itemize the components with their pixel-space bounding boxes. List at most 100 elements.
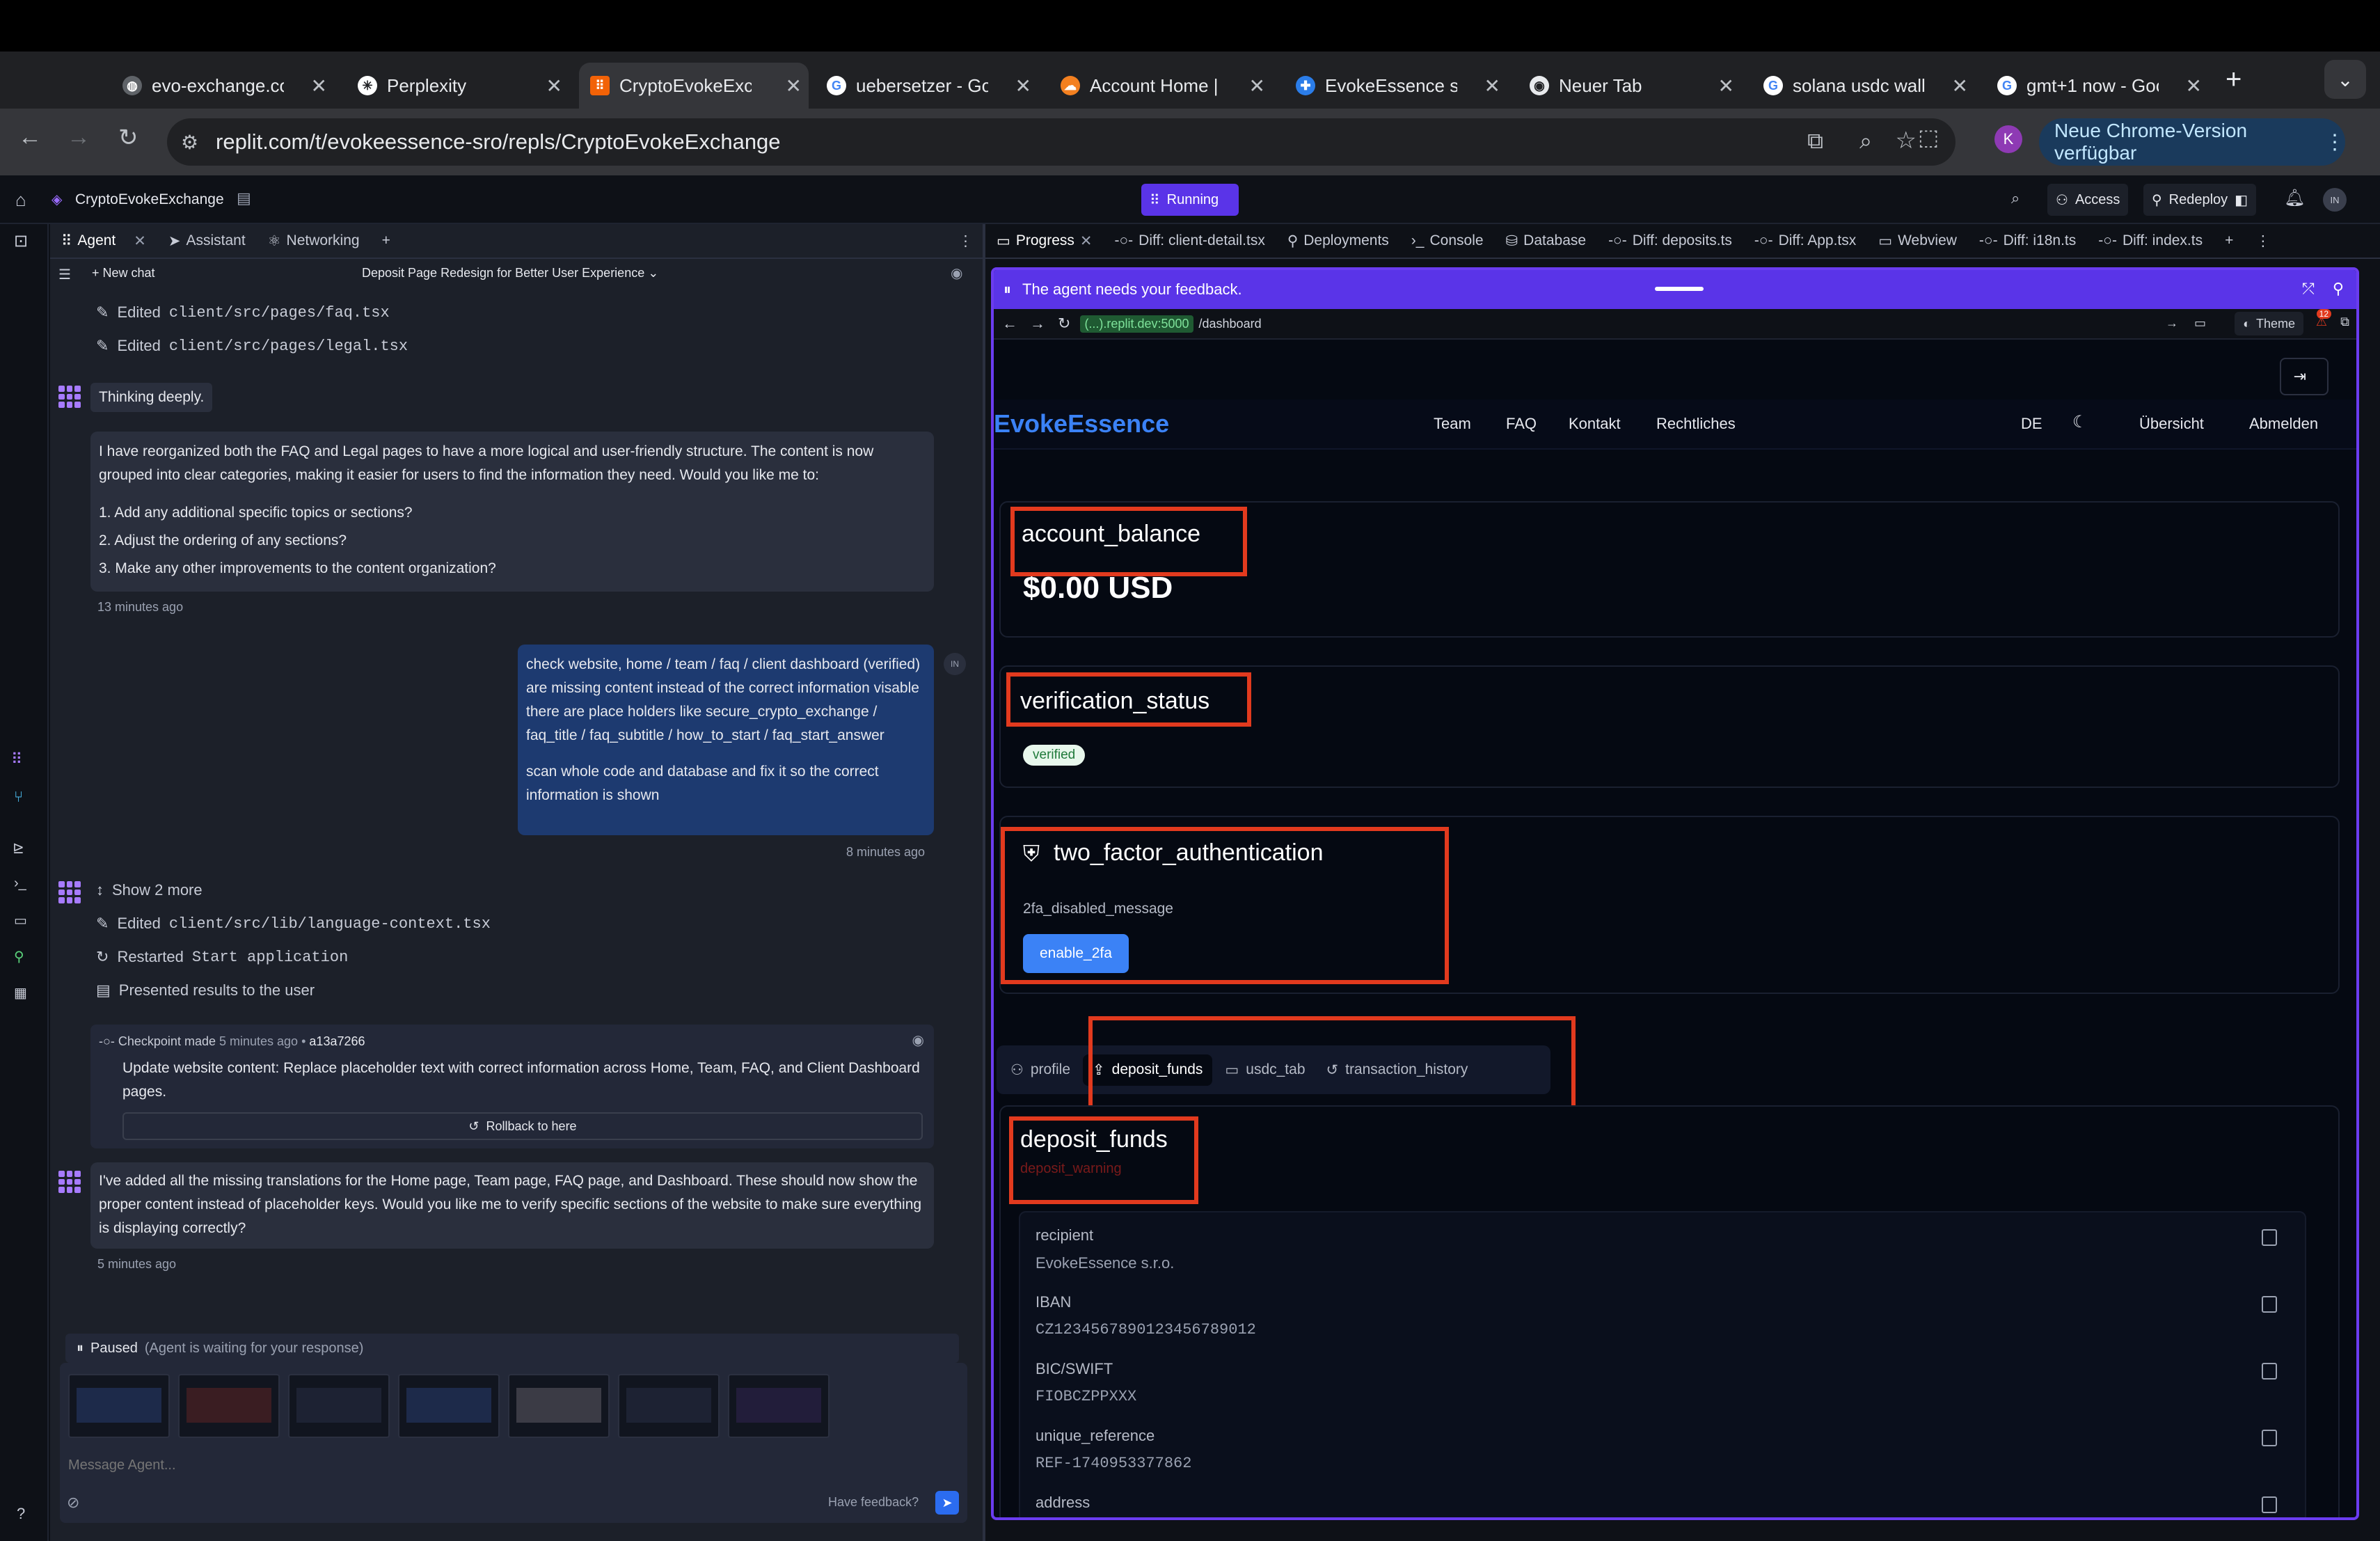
rollback-button[interactable]: ↺ Rollback to here (122, 1112, 923, 1140)
help-icon[interactable]: ? (17, 1505, 25, 1523)
tab-search-button[interactable]: ⌄ (2324, 60, 2366, 99)
attached-screenshot[interactable] (288, 1374, 390, 1438)
tab-networking[interactable]: ⚛ Networking (257, 232, 371, 250)
browser-tab[interactable]: G uebersetzer - Go ✕ (816, 63, 1038, 109)
tab-console[interactable]: ›_ Console (1400, 232, 1495, 249)
close-tab-icon[interactable]: ✕ (134, 232, 146, 250)
redeploy-button[interactable]: ⚲ Redeploy ◧ (2143, 184, 2257, 216)
browser-tab[interactable]: ◍ evo-exchange.co ✕ (111, 63, 334, 109)
browser-tab[interactable]: ✳ Perplexity ✕ (347, 63, 569, 109)
checkpoint-preview-icon[interactable]: ◉ (912, 1032, 924, 1049)
forward-icon[interactable]: → (1030, 315, 1045, 333)
browser-tab[interactable]: ✚ EvokeEssence s. ✕ (1285, 63, 1507, 109)
devices-icon[interactable]: ▭ (2194, 316, 2206, 331)
restarted-line[interactable]: ↻ Restarted Start application (96, 948, 348, 966)
tab-diff-index[interactable]: -○- Diff: index.ts (2087, 232, 2214, 249)
nav-kontakt[interactable]: Kontakt (1569, 415, 1621, 433)
site-settings-icon[interactable]: ⚙ (181, 131, 198, 154)
back-icon[interactable]: ← (18, 124, 42, 151)
close-tab-icon[interactable]: ✕ (1015, 74, 1031, 97)
attached-screenshot[interactable] (618, 1374, 720, 1438)
home-icon[interactable]: ⌂ (15, 189, 26, 211)
go-icon[interactable]: → (2166, 316, 2178, 331)
presented-line[interactable]: ▤ Presented results to the user (96, 981, 315, 999)
close-tab-icon[interactable]: ✕ (786, 74, 802, 97)
browser-tab-active[interactable]: ⠿ CryptoEvokeExch ✕ (579, 63, 809, 109)
theme-button[interactable]: ◐ Theme (2235, 312, 2303, 335)
close-tab-icon[interactable]: ✕ (1249, 74, 1265, 97)
chat-list-icon[interactable]: ☰ (58, 266, 71, 283)
language-toggle[interactable]: DE (2021, 415, 2042, 433)
search-icon[interactable]: ⌕ (2011, 189, 2020, 207)
copy-icon[interactable] (2262, 1296, 2277, 1313)
open-new-window-icon[interactable]: ⧉ (2340, 315, 2349, 329)
tab-diff-app[interactable]: -○- Diff: App.tsx (1743, 232, 1867, 249)
show-more-toggle[interactable]: ↕ Show 2 more (96, 881, 203, 899)
close-tab-icon[interactable]: ✕ (1718, 74, 1734, 97)
close-tab-icon[interactable]: ✕ (1080, 232, 1093, 250)
project-name[interactable]: CryptoEvokeExchange (75, 191, 224, 208)
browser-tab[interactable]: G solana usdc wall ✕ (1752, 63, 1975, 109)
chat-visibility-icon[interactable]: ◉ (951, 264, 962, 282)
reload-icon[interactable]: ↻ (1058, 315, 1070, 333)
deploy-rail-icon[interactable]: ⚲ (14, 948, 24, 965)
back-icon[interactable]: ← (1002, 315, 1017, 333)
tab-assistant[interactable]: ➤ Assistant (157, 232, 257, 250)
tab-webview[interactable]: ▭ Webview (1867, 232, 1968, 250)
preview-host[interactable]: (...).replit.dev:5000 (1080, 315, 1193, 333)
edited-file-line[interactable]: ✎ Edited client/src/pages/faq.tsx (96, 303, 390, 322)
chrome-update-button[interactable]: Neue Chrome-Version verfügbar ⋮ (2039, 118, 2345, 166)
close-tab-icon[interactable]: ✕ (1484, 74, 1500, 97)
tab-deployments[interactable]: ⚲ Deployments (1276, 232, 1400, 250)
tab-diff-client-detail[interactable]: -○- Diff: client-detail.tsx (1103, 232, 1276, 249)
tab-profile[interactable]: ⚇ profile (1002, 1054, 1079, 1086)
forward-icon[interactable]: → (67, 124, 90, 151)
close-tab-icon[interactable]: ✕ (311, 74, 327, 97)
tab-progress[interactable]: ▭ Progress ✕ (985, 232, 1103, 250)
close-tab-icon[interactable]: ✕ (2186, 74, 2202, 97)
nav-signout[interactable]: Abmelden (2249, 415, 2318, 433)
chat-title-dropdown[interactable]: Deposit Page Redesign for Better User Ex… (362, 266, 658, 280)
extensions-icon[interactable]: ⬚ (1918, 124, 1939, 150)
feedback-link[interactable]: Have feedback? (828, 1495, 919, 1510)
files-icon[interactable]: ⊡ (14, 231, 28, 251)
site-logo[interactable]: EvokeEssence (994, 409, 1169, 438)
git-rail-icon[interactable]: ⑂ (14, 788, 23, 806)
new-chat-button[interactable]: + New chat (92, 266, 155, 280)
attached-screenshot[interactable] (508, 1374, 610, 1438)
run-button[interactable]: ⠿ Running (1141, 184, 1239, 216)
tab-agent[interactable]: ⠿ Agent ✕ (50, 232, 157, 250)
profile-avatar[interactable]: K (1994, 125, 2022, 153)
copy-icon[interactable] (2262, 1496, 2277, 1513)
user-avatar[interactable]: IN (2323, 188, 2347, 212)
all-tools-icon[interactable]: ▦ (14, 984, 27, 1002)
logout-button[interactable]: ⇥ (2279, 358, 2329, 395)
copy-icon[interactable] (2262, 1363, 2277, 1380)
attached-screenshot[interactable] (68, 1374, 170, 1438)
webview-rail-icon[interactable]: ▭ (14, 912, 27, 929)
copy-icon[interactable] (2262, 1430, 2277, 1446)
new-tab-button[interactable]: + (2226, 64, 2242, 95)
close-tab-icon[interactable]: ✕ (1952, 74, 1968, 97)
drag-handle[interactable] (1655, 287, 1704, 291)
notifications-icon[interactable]: 🔔︎ (2284, 188, 2305, 208)
access-button[interactable]: ⚇ Access (2047, 184, 2129, 216)
checkpoint-hash[interactable]: a13a7266 (309, 1034, 365, 1048)
copy-icon[interactable] (2262, 1229, 2277, 1246)
edited-file-line[interactable]: ✎ Edited client/src/pages/legal.tsx (96, 337, 408, 355)
agent-rail-icon[interactable]: ⠿ (11, 750, 22, 768)
pane-menu-icon[interactable]: ⋮ (958, 232, 983, 250)
attach-icon[interactable]: ⊘ (67, 1494, 79, 1512)
preview-path[interactable]: /dashboard (1199, 317, 1262, 331)
console-rail-icon[interactable]: ›_ (14, 876, 26, 892)
nav-faq[interactable]: FAQ (1506, 415, 1537, 433)
attached-screenshot[interactable] (398, 1374, 500, 1438)
preview-rail-icon[interactable]: ⊵ (13, 839, 24, 857)
close-tab-icon[interactable]: ✕ (546, 74, 562, 97)
browser-tab[interactable]: ☁ Account Home | ✕ (1049, 63, 1272, 109)
browser-tab[interactable]: ◉ Neuer Tab ✕ (1518, 63, 1741, 109)
pin-icon[interactable]: ⚲ (2333, 280, 2344, 298)
new-tab-button[interactable]: + (371, 232, 402, 249)
pane-menu-icon[interactable]: ⋮ (2244, 232, 2281, 250)
send-button[interactable]: ➤ (935, 1491, 959, 1515)
